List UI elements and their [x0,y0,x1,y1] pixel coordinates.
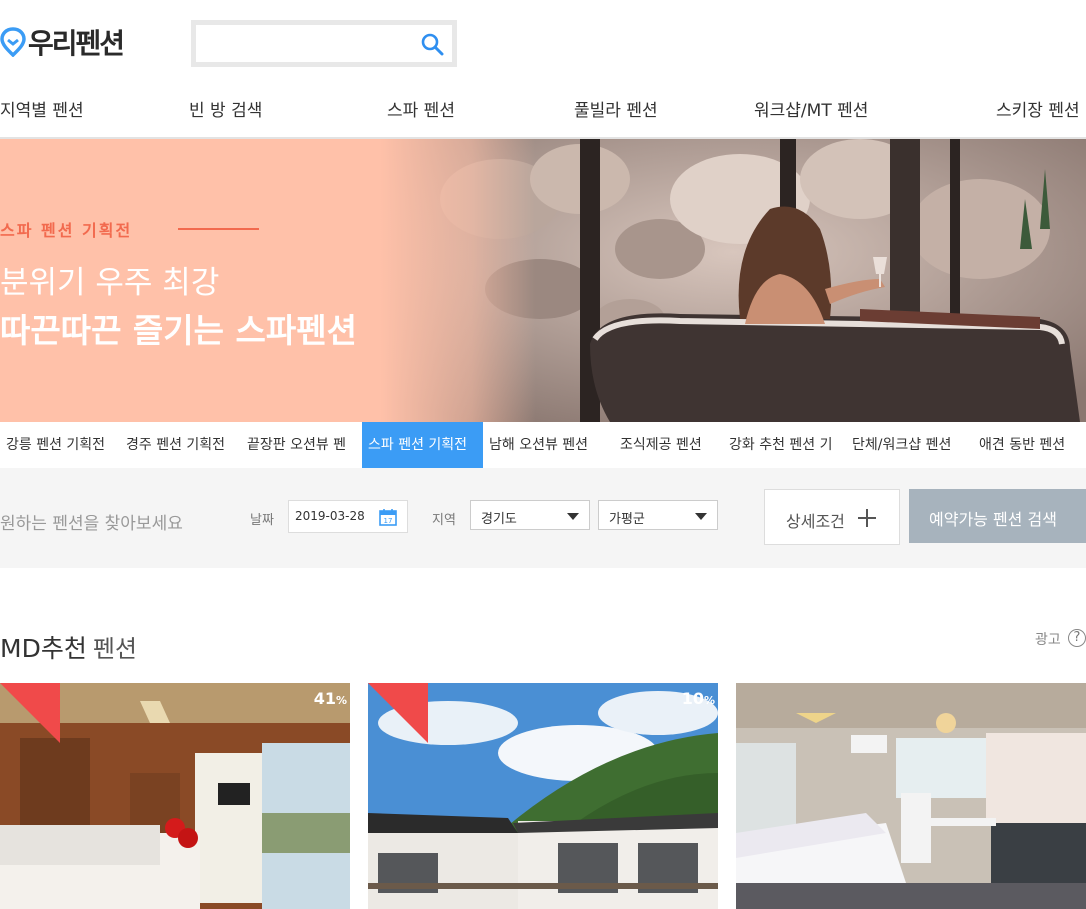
tab-oceanview[interactable]: 끝장판 오션뷰 펜 [241,422,362,468]
discount-value: 10 [681,689,704,708]
nav-item-poolvilla[interactable]: 풀빌라 펜션 [574,96,658,121]
calendar-icon[interactable]: 17 [379,508,397,526]
banner-title: 따끈따끈 즐기는 스파펜션 [0,311,357,350]
nav-item-empty-room[interactable]: 빈 방 검색 [189,96,262,121]
promo-banner[interactable]: 스파 펜션 기획전 분위기 우주 최강 따끈따끈 즐기는 스파펜션 [0,139,1086,422]
help-icon[interactable]: ? [1068,629,1086,647]
discount-unit: % [703,694,715,707]
tab-ganghwa[interactable]: 강화 추천 펜션 기 [725,422,846,468]
pension-room-photo [736,683,1086,909]
pension-card[interactable] [736,683,1086,909]
md-section-title: MD추천 펜션 [0,629,137,665]
logo-text: 우리펜션 [28,27,125,60]
promotion-tabs: 강릉 펜션 기획전 경주 펜션 기획전 끝장판 오션뷰 펜 스파 펜션 기획전 … [0,422,1086,468]
discount-badge [368,683,428,743]
tab-gyeongju[interactable]: 경주 펜션 기획전 [120,422,241,468]
available-search-button[interactable]: 예약가능 펜션 검색 [909,489,1086,543]
banner-kicker-line [178,228,259,230]
svg-text:17: 17 [384,517,393,525]
date-label: 날짜 [250,513,274,528]
discount-percent: 41% [314,689,347,708]
detail-conditions-button[interactable]: 상세조건 [764,489,900,545]
tab-namhae[interactable]: 남해 오션뷰 펜션 [483,422,604,468]
search-input[interactable] [196,25,406,62]
discount-badge [0,683,60,743]
tab-pet[interactable]: 애견 동반 펜션 [967,422,1086,468]
detail-conditions-label: 상세조건 [786,512,845,531]
search-prompt: 원하는 펜션을 찾아보세요 [0,514,183,534]
tab-group[interactable]: 단체/워크샵 펜션 [846,422,967,468]
region-province-value: 경기도 [481,512,517,527]
search-icon[interactable] [420,32,444,56]
region-county-select[interactable]: 가평군 [598,500,718,530]
tab-gangneung[interactable]: 강릉 펜션 기획전 [0,422,120,468]
pension-card[interactable]: 41% [0,683,350,909]
banner-kicker: 스파 펜션 기획전 [0,221,133,240]
tab-spa[interactable]: 스파 펜션 기획전 [362,422,483,468]
chevron-down-icon [567,513,579,520]
region-label: 지역 [432,513,456,528]
region-county-value: 가평군 [609,512,645,527]
region-province-select[interactable]: 경기도 [470,500,590,530]
nav-item-ski[interactable]: 스키장 펜션 [996,96,1080,121]
date-value: 2019-03-28 [295,509,365,523]
search-box [191,20,457,67]
search-panel: 원하는 펜션을 찾아보세요 날짜 2019-03-28 17 지역 경기도 가평… [0,468,1086,568]
tab-breakfast[interactable]: 조식제공 펜션 [604,422,725,468]
main-nav: 지역별 펜션 빈 방 검색 스파 펜션 풀빌라 펜션 워크샵/MT 펜션 스키장… [0,92,1086,122]
md-title-strong: MD추천 [0,634,87,663]
discount-value: 41 [313,689,336,708]
discount-percent: 10% [682,689,715,708]
nav-item-region[interactable]: 지역별 펜션 [0,96,84,121]
md-title-light: 펜션 [92,635,137,663]
nav-item-workshop[interactable]: 워크샵/MT 펜션 [754,96,868,121]
nav-item-spa[interactable]: 스파 펜션 [387,96,455,121]
ad-label: 광고 [1035,632,1061,648]
pension-card[interactable]: 10% [368,683,718,909]
available-search-label: 예약가능 펜션 검색 [929,510,1057,529]
date-field[interactable]: 2019-03-28 17 [288,500,408,533]
discount-unit: % [335,694,347,707]
plus-icon [858,509,876,527]
logo[interactable]: 우리펜션 [0,22,125,62]
spa-bath-photo [380,139,1086,422]
banner-subtitle: 분위기 우주 최강 [0,265,220,301]
chevron-down-icon [695,513,707,520]
pin-logo-icon [0,27,26,57]
